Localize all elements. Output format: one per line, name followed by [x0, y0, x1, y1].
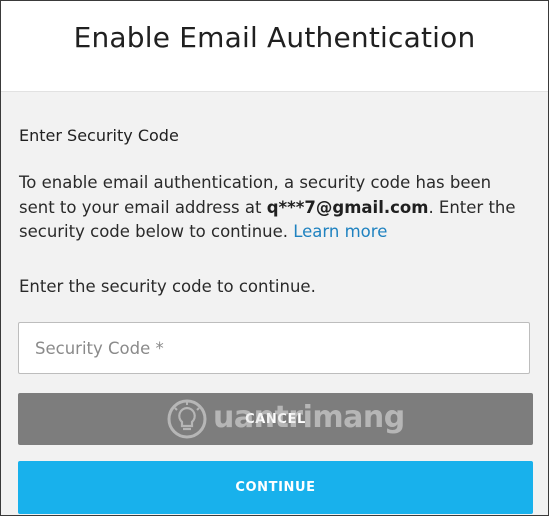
email-auth-dialog: Enable Email Authentication Enter Securi…: [0, 0, 549, 516]
security-code-input[interactable]: [18, 322, 530, 374]
dialog-header: Enable Email Authentication: [1, 1, 548, 92]
section-title: Enter Security Code: [19, 126, 179, 145]
code-prompt: Enter the security code to continue.: [19, 277, 316, 296]
learn-more-link[interactable]: Learn more: [293, 222, 387, 241]
masked-email: q***7@gmail.com: [266, 197, 429, 217]
continue-button[interactable]: CONTINUE: [18, 461, 533, 514]
cancel-button[interactable]: CANCEL: [18, 393, 533, 445]
dialog-title: Enable Email Authentication: [73, 21, 476, 54]
description-text: To enable email authentication, a securi…: [19, 171, 531, 245]
